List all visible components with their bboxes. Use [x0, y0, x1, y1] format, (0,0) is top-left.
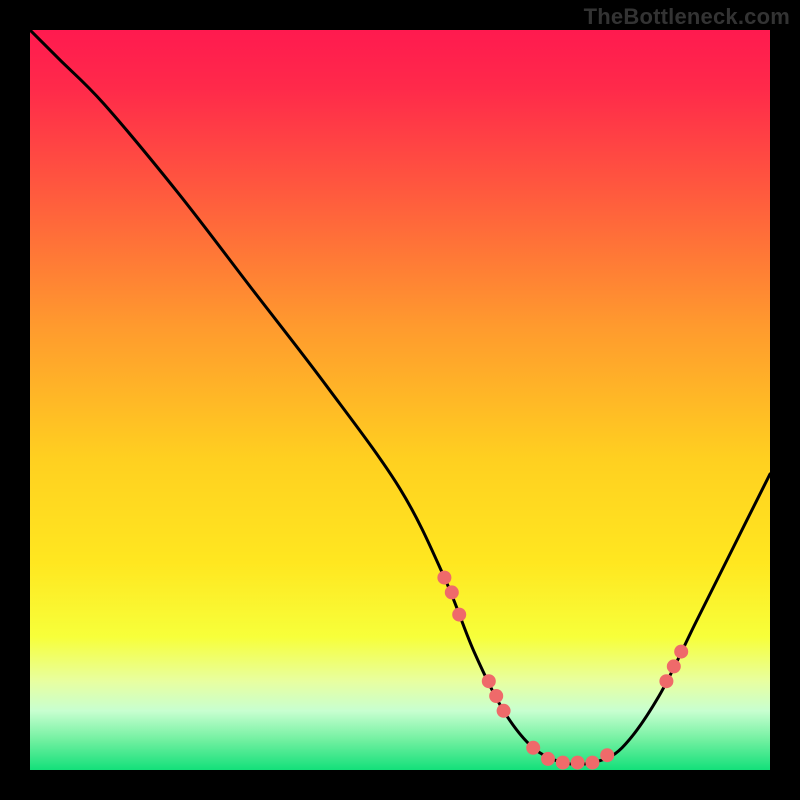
- curve-marker: [585, 756, 599, 770]
- curve-marker: [674, 645, 688, 659]
- curve-marker: [659, 674, 673, 688]
- gradient-background: [30, 30, 770, 770]
- plot-area: [30, 30, 770, 770]
- curve-marker: [437, 571, 451, 585]
- curve-marker: [452, 608, 466, 622]
- curve-marker: [489, 689, 503, 703]
- curve-marker: [526, 741, 540, 755]
- curve-marker: [541, 752, 555, 766]
- curve-marker: [600, 748, 614, 762]
- curve-marker: [482, 674, 496, 688]
- curve-marker: [445, 585, 459, 599]
- plot-svg: [30, 30, 770, 770]
- chart-stage: TheBottleneck.com: [0, 0, 800, 800]
- curve-marker: [556, 756, 570, 770]
- curve-marker: [571, 756, 585, 770]
- watermark-text: TheBottleneck.com: [584, 4, 790, 30]
- curve-marker: [497, 704, 511, 718]
- curve-marker: [667, 659, 681, 673]
